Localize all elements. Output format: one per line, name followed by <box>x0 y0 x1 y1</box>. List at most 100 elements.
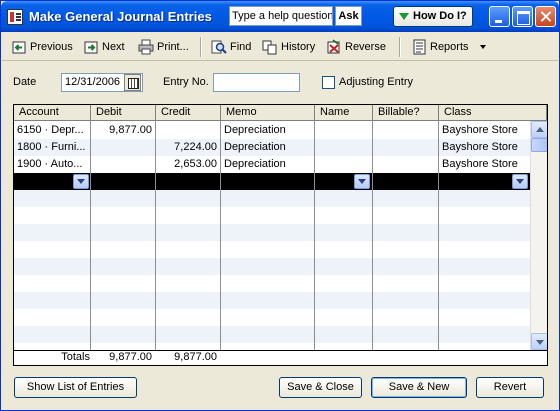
empty-row[interactable] <box>14 326 530 343</box>
cell-name[interactable] <box>315 156 373 173</box>
cell-memo[interactable]: Depreciation <box>221 122 315 139</box>
cell-memo[interactable]: Depreciation <box>221 139 315 156</box>
cell-credit[interactable] <box>156 122 221 139</box>
find-icon <box>211 40 227 54</box>
adjusting-entry-label: Adjusting Entry <box>339 76 413 88</box>
arrow-right-icon <box>84 41 98 54</box>
next-label: Next <box>102 41 125 53</box>
journal-entry-window: Make General Journal Entries Type a help… <box>0 0 560 411</box>
print-label: Print... <box>157 41 189 53</box>
title-bar[interactable]: Make General Journal Entries Type a help… <box>1 1 559 32</box>
totals-credit: 9,877.00 <box>174 351 217 363</box>
reverse-icon <box>327 39 340 54</box>
toolbar-separator <box>399 37 401 57</box>
next-button[interactable]: Next <box>82 37 125 57</box>
find-button[interactable]: Find <box>210 37 251 57</box>
column-header-class[interactable]: Class <box>439 105 547 121</box>
empty-row[interactable] <box>14 292 530 309</box>
column-divider <box>220 121 221 350</box>
history-label: History <box>281 41 316 53</box>
empty-row[interactable] <box>14 258 530 275</box>
toolbar-separator <box>200 37 202 57</box>
close-button[interactable] <box>535 6 556 27</box>
help-search-input[interactable]: Type a help question <box>229 6 333 26</box>
minimize-button[interactable] <box>489 6 510 27</box>
entry-no-label: Entry No. <box>163 76 209 88</box>
cell-billable[interactable] <box>373 139 439 156</box>
table-row[interactable]: 6150 · Depr... 9,877.00 Depreciation Bay… <box>14 122 530 139</box>
reports-label: Reports <box>430 41 469 53</box>
column-header-memo[interactable]: Memo <box>221 105 315 121</box>
scroll-thumb[interactable] <box>531 138 547 152</box>
app-icon <box>7 9 23 25</box>
empty-row[interactable] <box>14 224 530 241</box>
save-new-button[interactable]: Save & New <box>371 377 467 398</box>
previous-button[interactable]: Previous <box>10 37 73 57</box>
cell-class[interactable]: Bayshore Store <box>439 139 530 156</box>
how-do-i-label: How Do I? <box>413 10 467 22</box>
history-button[interactable]: History <box>261 37 315 57</box>
save-close-button[interactable]: Save & Close <box>279 377 362 398</box>
cell-name[interactable] <box>315 139 373 156</box>
column-divider <box>314 121 315 350</box>
cell-billable[interactable] <box>373 122 439 139</box>
history-icon <box>262 40 277 55</box>
column-header-debit[interactable]: Debit <box>91 105 156 121</box>
printer-icon <box>138 39 154 55</box>
cell-debit[interactable]: 9,877.00 <box>91 122 156 139</box>
cell-credit[interactable]: 7,224.00 <box>156 139 221 156</box>
empty-row[interactable] <box>14 190 530 207</box>
entry-no-field[interactable] <box>213 73 300 92</box>
empty-row[interactable] <box>14 275 530 292</box>
column-header-credit[interactable]: Credit <box>156 105 221 121</box>
cell-credit[interactable]: 2,653.00 <box>156 156 221 173</box>
cell-name[interactable] <box>315 122 373 139</box>
vertical-scrollbar[interactable] <box>530 121 547 350</box>
empty-row[interactable] <box>14 241 530 258</box>
selected-entry-row[interactable] <box>14 173 530 190</box>
column-header-account[interactable]: Account <box>14 105 91 121</box>
account-dropdown-button[interactable] <box>73 174 89 189</box>
cell-class[interactable]: Bayshore Store <box>439 156 530 173</box>
cell-account[interactable]: 1800 · Furni... <box>14 139 91 156</box>
reverse-button[interactable]: Reverse <box>325 37 386 57</box>
empty-row[interactable] <box>14 207 530 224</box>
adjusting-entry-checkbox[interactable] <box>322 76 335 89</box>
column-divider <box>155 121 156 350</box>
cell-billable[interactable] <box>373 156 439 173</box>
cell-debit[interactable] <box>91 156 156 173</box>
table-row[interactable]: 1800 · Furni... 7,224.00 Depreciation Ba… <box>14 139 530 156</box>
column-divider <box>438 121 439 350</box>
column-header-billable[interactable]: Billable? <box>373 105 439 121</box>
totals-debit: 9,877.00 <box>109 351 152 363</box>
class-dropdown-button[interactable] <box>512 174 528 189</box>
print-button[interactable]: Print... <box>137 37 189 57</box>
caret-down-icon[interactable] <box>480 45 486 49</box>
totals-label: Totals <box>61 351 90 363</box>
cell-class[interactable]: Bayshore Store <box>439 122 530 139</box>
column-divider <box>90 121 91 350</box>
maximize-button[interactable] <box>512 6 533 27</box>
cell-memo[interactable]: Depreciation <box>221 156 315 173</box>
empty-row[interactable] <box>14 309 530 326</box>
scroll-down-icon[interactable] <box>531 333 547 350</box>
show-list-of-entries-button[interactable]: Show List of Entries <box>14 377 137 398</box>
cell-account[interactable]: 6150 · Depr... <box>14 122 91 139</box>
cell-account[interactable]: 1900 · Auto... <box>14 156 91 173</box>
revert-button[interactable]: Revert <box>476 377 544 398</box>
cell-debit[interactable] <box>91 139 156 156</box>
calendar-icon[interactable] <box>124 74 141 91</box>
reports-button[interactable]: Reports <box>410 37 486 57</box>
previous-label: Previous <box>30 41 73 53</box>
window-title: Make General Journal Entries <box>29 9 212 24</box>
column-header-name[interactable]: Name <box>315 105 373 121</box>
arrow-left-icon <box>12 41 26 54</box>
scroll-up-icon[interactable] <box>531 121 547 138</box>
name-dropdown-button[interactable] <box>354 174 370 189</box>
journal-grid: Account Debit Credit Memo Name Billable?… <box>13 104 548 366</box>
toolbar: Previous Next Print... Find History Reve… <box>2 33 558 61</box>
how-do-i-button[interactable]: How Do I? <box>393 6 473 27</box>
table-row[interactable]: 1900 · Auto... 2,653.00 Depreciation Bay… <box>14 156 530 173</box>
ask-button[interactable]: Ask <box>335 6 362 26</box>
date-label: Date <box>13 76 37 88</box>
